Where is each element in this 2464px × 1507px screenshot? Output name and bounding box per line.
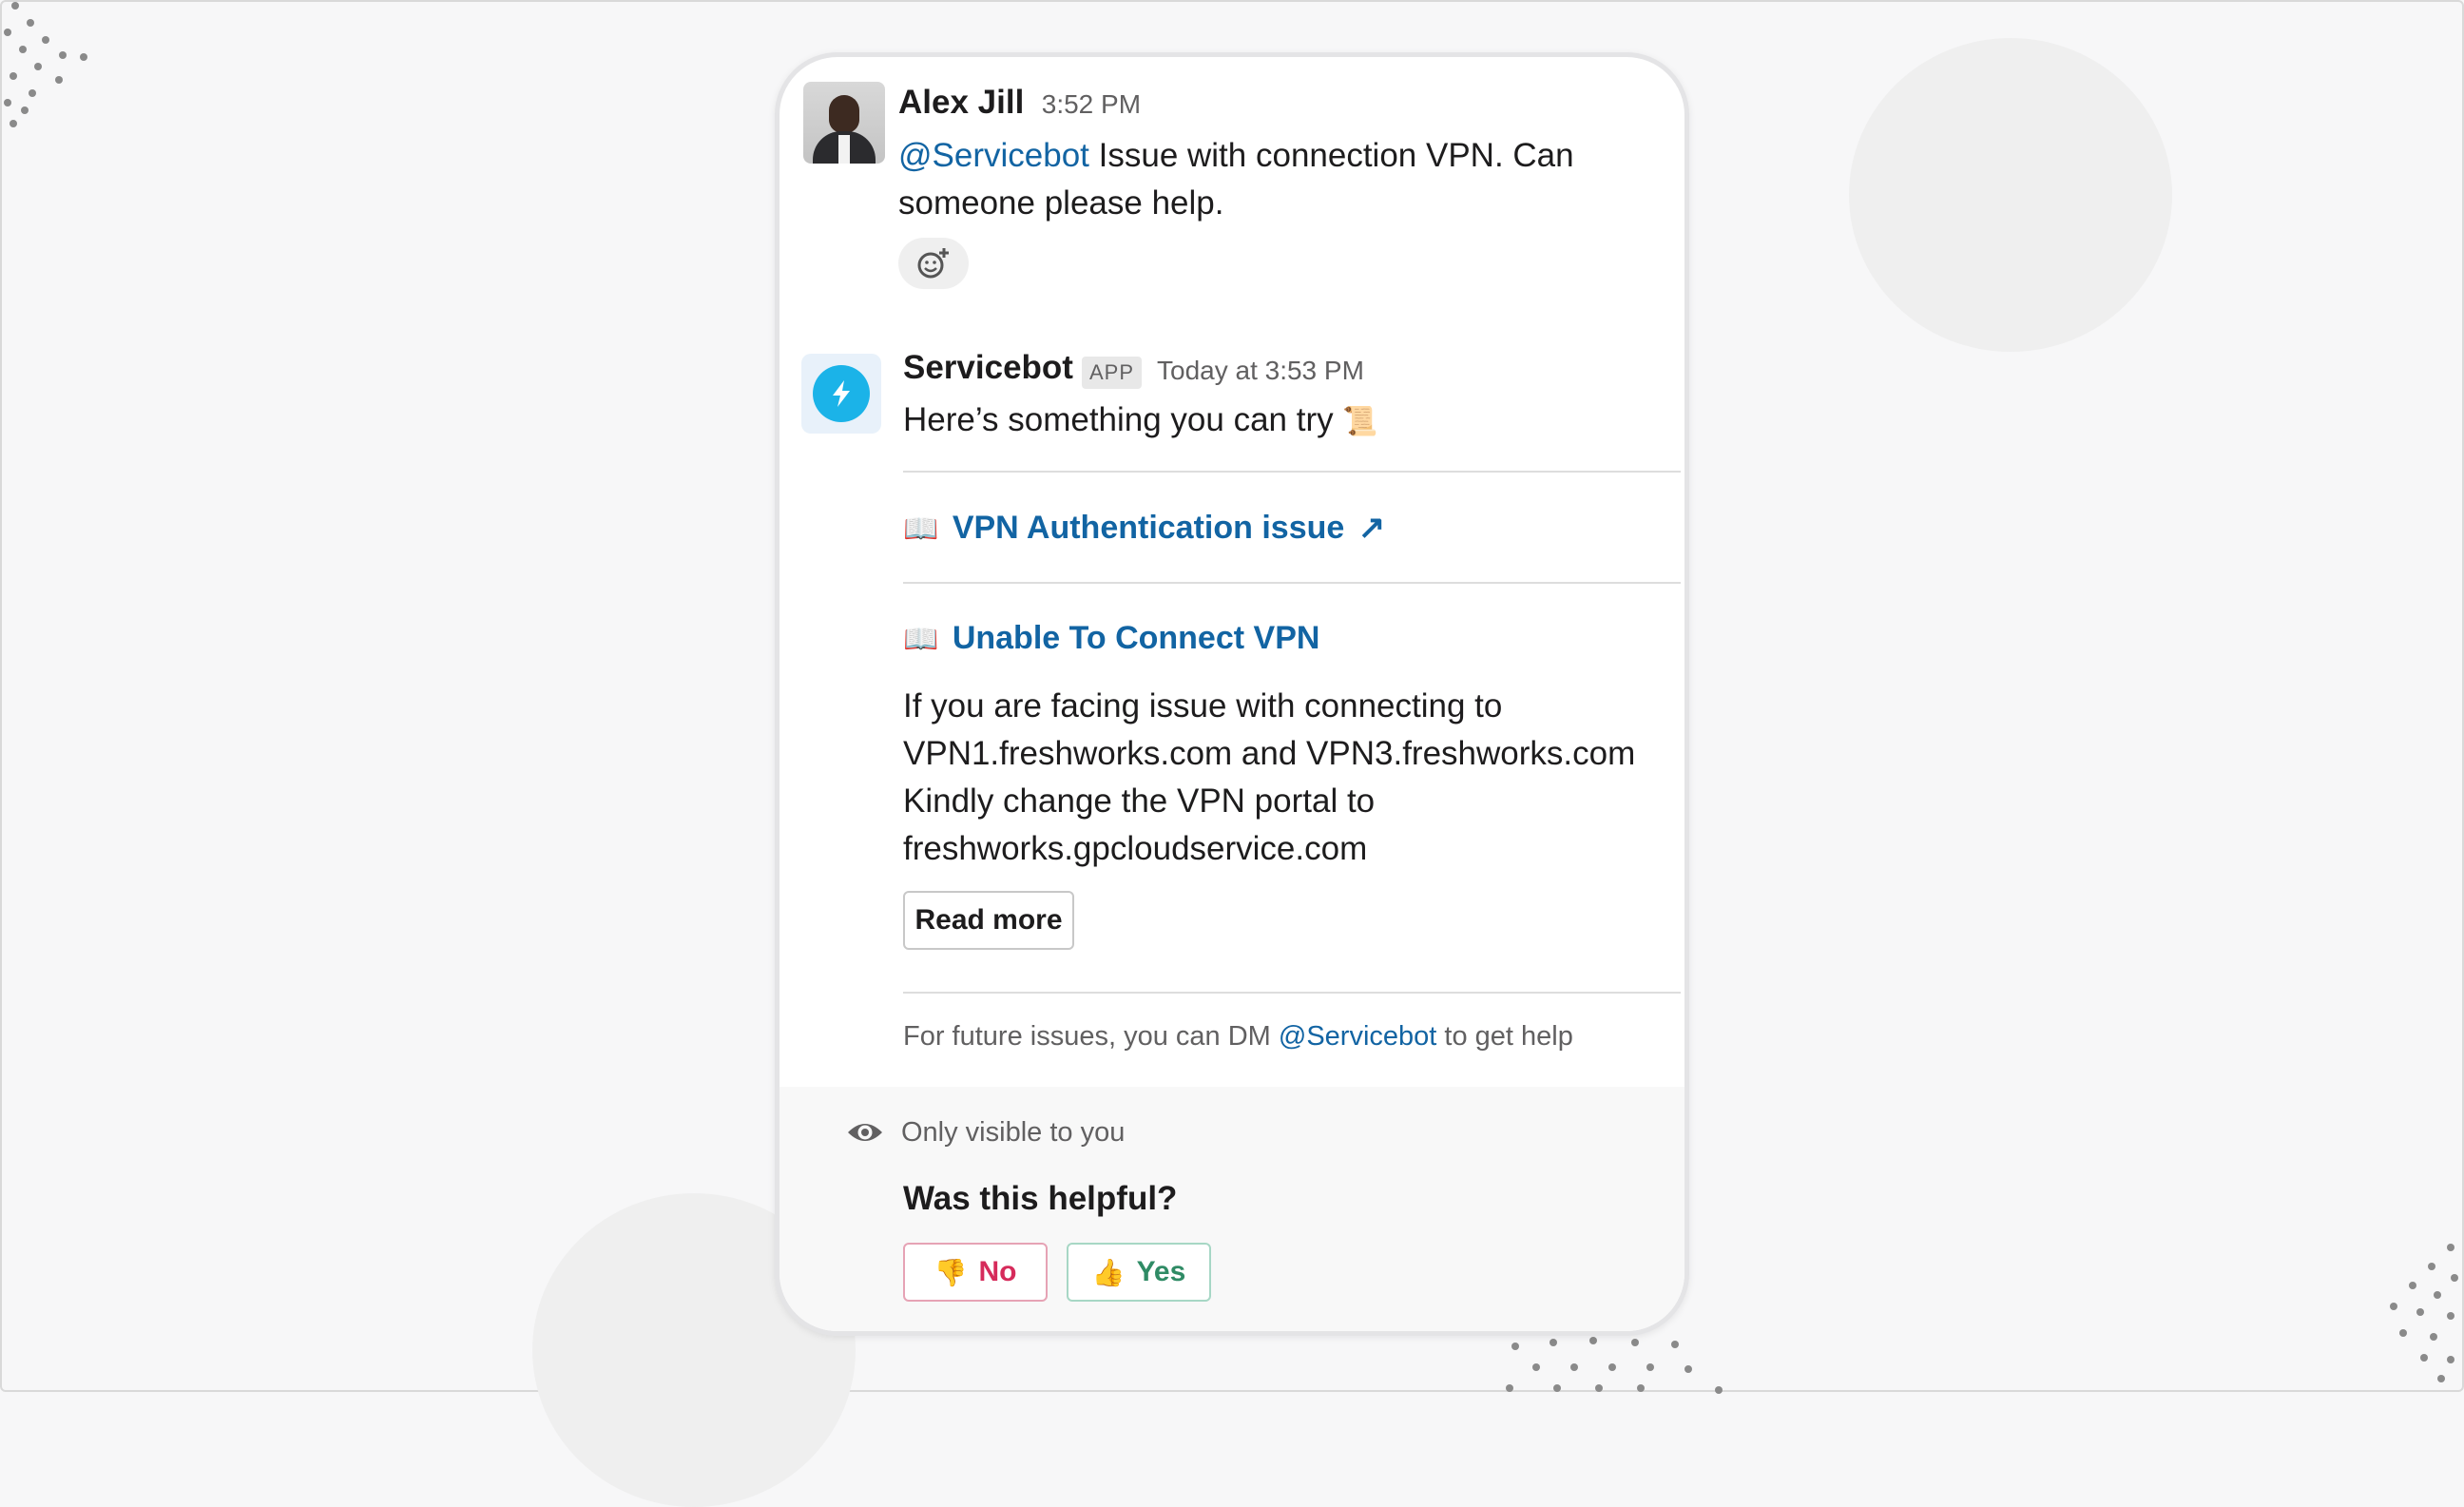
message-timestamp[interactable]: 3:52 PM bbox=[1042, 89, 1141, 119]
bot-intro: Here’s something you can try 📜 bbox=[903, 401, 1378, 438]
article-link-vpn-authentication[interactable]: VPN Authentication issue bbox=[953, 510, 1344, 546]
user-avatar[interactable] bbox=[803, 82, 885, 164]
divider bbox=[903, 582, 1681, 584]
thumbs-up-icon: 👍 bbox=[1091, 1257, 1126, 1287]
app-badge: APP bbox=[1082, 357, 1143, 389]
message1-line1: @Servicebot Issue with connection VPN. C… bbox=[898, 137, 1574, 174]
decorative-dots-top-left bbox=[0, 0, 95, 133]
decorative-blob-top-right bbox=[1849, 38, 2172, 352]
decorative-dots-bottom-right bbox=[2367, 1236, 2462, 1392]
author-name[interactable]: Alex Jill bbox=[898, 84, 1024, 121]
eye-icon bbox=[848, 1124, 882, 1141]
book-icon: 📖 bbox=[903, 513, 939, 545]
book-icon: 📖 bbox=[903, 624, 939, 655]
lightning-icon bbox=[833, 380, 850, 407]
add-reaction-button[interactable] bbox=[898, 238, 969, 289]
message2-header: Servicebot bbox=[903, 349, 1073, 387]
dm-hint: For future issues, you can DM @Servicebo… bbox=[903, 1021, 1573, 1052]
article-snippet: If you are facing issue with connecting … bbox=[903, 683, 1664, 873]
article-link-row-2: 📖 Unable To Connect VPN bbox=[903, 620, 1319, 657]
snippet-line: If you are facing issue with connecting … bbox=[903, 687, 1503, 725]
article-link-unable-to-connect-vpn[interactable]: Unable To Connect VPN bbox=[953, 620, 1320, 656]
helpful-question: Was this helpful? bbox=[903, 1180, 1178, 1217]
message1-header: Alex Jill 3:52 PM bbox=[898, 84, 1141, 122]
thumbs-down-icon: 👎 bbox=[934, 1257, 968, 1287]
scroll-emoji: 📜 bbox=[1342, 406, 1378, 437]
bot-timestamp[interactable]: Today at 3:53 PM bbox=[1157, 356, 1364, 386]
servicebot-avatar[interactable] bbox=[801, 354, 881, 434]
visibility-note: Only visible to you bbox=[901, 1117, 1126, 1148]
snippet-line: VPN1.freshworks.com and VPN3.freshworks.… bbox=[903, 735, 1636, 772]
message-card: Alex Jill 3:52 PM @Servicebot Issue with… bbox=[775, 52, 1689, 1336]
feedback-yes-button[interactable]: 👍 Yes bbox=[1067, 1243, 1211, 1302]
snippet-line: freshworks.gpcloudservice.com bbox=[903, 830, 1368, 867]
article-link-row-1: 📖 VPN Authentication issue ↗ bbox=[903, 509, 1385, 547]
feedback-no-button[interactable]: 👎 No bbox=[903, 1243, 1048, 1302]
dm-mention-link[interactable]: @Servicebot bbox=[1279, 1021, 1436, 1052]
yes-label: Yes bbox=[1136, 1256, 1186, 1287]
mention-link[interactable]: @Servicebot bbox=[898, 137, 1089, 174]
decorative-dots-bottom-center bbox=[1502, 1331, 1730, 1394]
add-reaction-icon bbox=[917, 248, 949, 279]
message1-line2: someone please help. bbox=[898, 184, 1224, 222]
external-link-icon[interactable]: ↗ bbox=[1358, 510, 1386, 546]
bot-name[interactable]: Servicebot bbox=[903, 349, 1073, 386]
no-label: No bbox=[978, 1256, 1017, 1287]
message1-body: @Servicebot Issue with connection VPN. C… bbox=[898, 132, 1659, 227]
divider bbox=[903, 992, 1681, 994]
divider bbox=[903, 471, 1681, 473]
snippet-line: Kindly change the VPN portal to bbox=[903, 782, 1376, 820]
read-more-button[interactable]: Read more bbox=[903, 891, 1074, 950]
